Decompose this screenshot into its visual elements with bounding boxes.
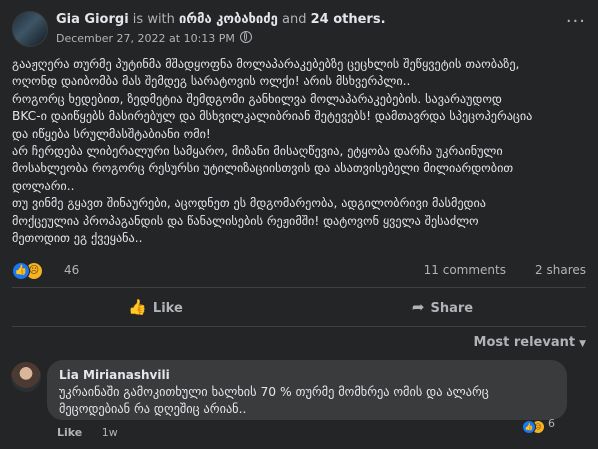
sort-label: Most relevant xyxy=(473,335,576,350)
comment-timestamp[interactable]: 1w xyxy=(102,426,118,439)
more-options-button[interactable]: ··· xyxy=(566,13,586,31)
and-word: and xyxy=(281,12,307,27)
post-date[interactable]: December 27, 2022 at 10:13 PM xyxy=(56,32,235,45)
reaction-icons[interactable]: 👍 ☹ xyxy=(12,262,43,280)
divider xyxy=(12,326,586,327)
like-icon: 👍 xyxy=(522,420,536,434)
like-button[interactable]: 👍 Like xyxy=(12,290,299,324)
post-paragraph: თუ ვინმე გყავთ შინაურები, აცოდნეთ ეს მდგ… xyxy=(12,196,486,246)
comment-actions: Like 1w xyxy=(57,426,118,439)
globe-icon xyxy=(240,31,253,43)
post-actions: 👍 Like ➦ Share xyxy=(12,290,586,324)
post-paragraph: არ ჩერდება ლიბერალური სამყარო, მიზანი მი… xyxy=(12,144,514,193)
comment-reactions-count: 6 xyxy=(548,417,555,430)
commenter-avatar[interactable] xyxy=(11,362,41,392)
comment-text: უკრაინაში გამოკითხული ხალხის 70 % თურმე … xyxy=(59,384,557,418)
author-avatar[interactable] xyxy=(12,11,48,47)
commenter-name[interactable]: Lia Mirianashvili xyxy=(59,368,170,382)
comment-text-content: უკრაინაში გამოკითხული ხალხის 70 % თურმე … xyxy=(59,385,489,416)
with-word: is with xyxy=(132,12,175,27)
reactions-count[interactable]: 46 xyxy=(64,263,79,277)
post-paragraph: როგორც ხედებით, ზედმეტია შემდგომი განხილ… xyxy=(12,91,533,141)
author-line: Gia Giorgi is with ირმა კობახიძე and 24 … xyxy=(56,12,386,27)
author-name[interactable]: Gia Giorgi xyxy=(56,12,129,27)
post-paragraph: გააჟღერა თურმე პუტინმა მშადყოფნა მოლაპარ… xyxy=(12,57,520,89)
thumbs-up-icon: 👍 xyxy=(128,298,147,316)
like-icon: 👍 xyxy=(12,262,30,280)
like-label: Like xyxy=(152,301,183,316)
comment-sort-dropdown[interactable]: Most relevant ▼ xyxy=(474,335,586,350)
share-button[interactable]: ➦ Share xyxy=(299,290,586,324)
tagged-person[interactable]: ირმა კობახიძე xyxy=(179,12,278,27)
comments-count[interactable]: 11 comments xyxy=(424,263,506,277)
caret-down-icon: ▼ xyxy=(579,339,586,349)
divider xyxy=(12,287,586,288)
comment-reactions[interactable]: 👍☹ 6 xyxy=(522,417,555,434)
post-meta: December 27, 2022 at 10:13 PM xyxy=(56,31,253,45)
share-arrow-icon: ➦ xyxy=(411,298,425,316)
comment-bubble: Lia Mirianashvili უკრაინაში გამოკითხული … xyxy=(47,360,567,420)
post-stats: 👍 ☹ 46 11 comments 2 shares xyxy=(12,262,586,280)
tagged-others[interactable]: 24 others. xyxy=(311,12,386,27)
post-text: გააჟღერა თურმე პუტინმა მშადყოფნა მოლაპარ… xyxy=(12,56,588,247)
comment-like-button[interactable]: Like xyxy=(57,426,82,439)
share-label: Share xyxy=(430,301,474,316)
post-header: Gia Giorgi is with ირმა კობახიძე and 24 … xyxy=(12,9,586,47)
shares-count[interactable]: 2 shares xyxy=(535,263,586,277)
